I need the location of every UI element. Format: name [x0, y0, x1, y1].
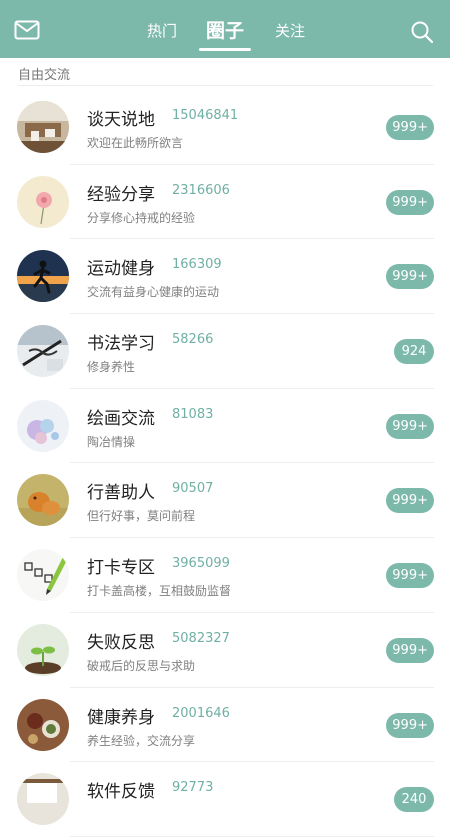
circle-name: 运动健身: [87, 259, 155, 280]
section-title: 自由交流: [18, 68, 71, 83]
list-item[interactable]: 运动健身 166309 交流有益身心健康的运动 999+: [0, 239, 450, 315]
circle-description: 修身养性: [87, 360, 136, 375]
circle-description: 但行好事，莫问前程: [87, 509, 196, 524]
circle-description: 陶冶情操: [87, 434, 136, 449]
circle-avatar-painting: [17, 399, 69, 452]
circle-avatar-checklist: [17, 549, 69, 602]
circle-avatar-food: [17, 698, 69, 751]
circle-count: 58266: [172, 332, 214, 348]
list-item[interactable]: 谈天说地 15046841 欢迎在此畅所欲言 999+: [0, 90, 450, 165]
circle-description: 分享修心持戒的经验: [87, 210, 196, 225]
circle-description: 交流有益身心健康的运动: [87, 285, 220, 300]
post-count-badge: 999+: [386, 488, 434, 514]
circle-description: 破戒后的反思与求助: [87, 658, 196, 673]
circle-description: 打卡盖高楼，互相鼓励监督: [87, 584, 232, 599]
post-count-badge: 999+: [386, 115, 434, 140]
top-bar: 热门 圈子 关注: [0, 0, 450, 58]
circle-description: 欢迎在此畅所欲言: [87, 136, 184, 150]
list-item[interactable]: 健康养身 2001646 养生经验，交流分享 999+: [0, 688, 450, 763]
post-count-badge: 999+: [386, 413, 434, 439]
circle-avatar-runner: [17, 250, 69, 303]
section-divider: [18, 85, 433, 86]
list-item[interactable]: 绘画交流 81083 陶冶情操 999+: [0, 389, 450, 464]
mail-icon[interactable]: [14, 20, 40, 40]
circle-name: 失败反思: [87, 632, 155, 653]
post-count-badge: 999+: [386, 264, 434, 290]
list-item[interactable]: 书法学习 58266 修身养性 924: [0, 314, 450, 389]
circle-count: 92773: [172, 780, 214, 796]
tab-follow[interactable]: 关注: [266, 0, 314, 58]
circle-count: 90507: [172, 481, 214, 497]
search-icon[interactable]: [410, 20, 434, 44]
circle-avatar-flower: [17, 175, 69, 228]
list-item[interactable]: 行善助人 90507 但行好事，莫问前程 999+: [0, 463, 450, 539]
circle-avatar-sprout: [17, 623, 69, 676]
circle-name: 谈天说地: [87, 110, 155, 130]
circle-list: 谈天说地 15046841 欢迎在此畅所欲言 999+ 经验分享 2316606…: [0, 90, 450, 837]
circle-name: 经验分享: [87, 184, 155, 205]
circle-name: 书法学习: [87, 334, 155, 355]
circle-name: 打卡专区: [87, 558, 155, 579]
circle-avatar-calligraphy: [17, 325, 69, 378]
post-count-badge: 999+: [386, 637, 434, 663]
circle-name: 绘画交流: [87, 408, 155, 429]
circle-avatar-teahouse: [17, 101, 69, 153]
circle-name: 健康养身: [87, 707, 155, 728]
circle-name: 软件反馈: [87, 782, 155, 803]
circle-count: 15046841: [172, 108, 239, 123]
post-count-badge: 999+: [386, 712, 434, 738]
circle-avatar-feedback: [17, 773, 69, 826]
circle-count: 2001646: [172, 705, 230, 721]
tab-hot[interactable]: 热门: [140, 0, 184, 58]
active-tab-indicator: [199, 48, 251, 51]
circle-name: 行善助人: [87, 483, 155, 504]
list-item[interactable]: 失败反思 5082327 破戒后的反思与求助 999+: [0, 613, 450, 688]
circle-avatar-dogs: [17, 474, 69, 527]
post-count-badge: 924: [394, 339, 434, 365]
post-count-badge: 999+: [386, 189, 434, 215]
list-item[interactable]: 打卡专区 3965099 打卡盖高楼，互相鼓励监督 999+: [0, 538, 450, 613]
circle-count: 2316606: [172, 182, 230, 198]
post-count-badge: 999+: [386, 563, 434, 589]
list-item[interactable]: 经验分享 2316606 分享修心持戒的经验 999+: [0, 165, 450, 240]
circle-count: 5082327: [172, 630, 230, 646]
circle-count: 81083: [172, 406, 214, 422]
circle-description: 养生经验，交流分享: [87, 733, 196, 748]
circle-count: 3965099: [172, 556, 230, 572]
circle-count: 166309: [172, 257, 222, 273]
